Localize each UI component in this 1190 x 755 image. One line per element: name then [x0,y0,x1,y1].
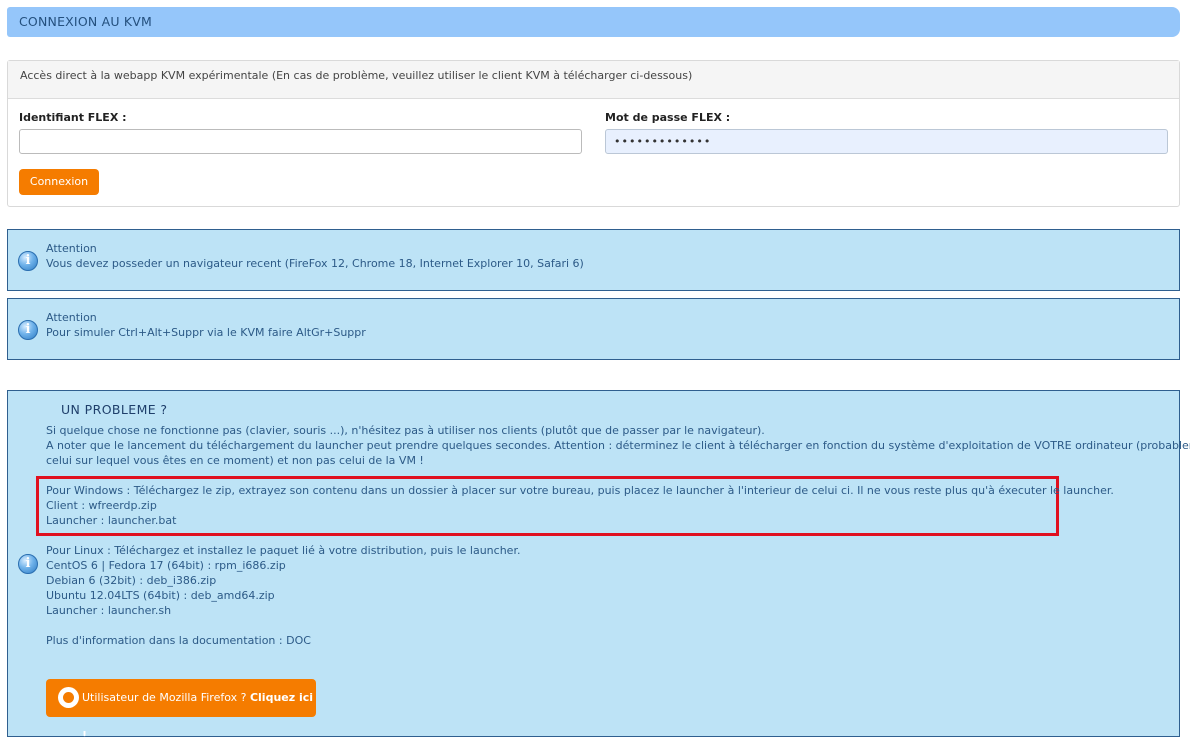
notice-title: Attention [46,242,97,255]
page-header: CONNEXION AU KVM [7,7,1180,37]
linux-debian-link[interactable]: Debian 6 (32bit) : deb_i386.zip [46,573,216,588]
password-label: Mot de passe FLEX : [605,111,731,124]
linux-ubuntu-link[interactable]: Ubuntu 12.04LTS (64bit) : deb_amd64.zip [46,588,275,603]
firefox-button[interactable]: Utilisateur de Mozilla Firefox ? Cliquez… [46,679,316,742]
linux-centos-link[interactable]: CentOS 6 | Fedora 17 (64bit) : rpm_i686.… [46,558,286,573]
connexion-button[interactable]: Connexion [19,169,99,195]
windows-launcher-link[interactable]: Launcher : launcher.bat [46,513,176,528]
linux-instructions: Pour Linux : Téléchargez et installez le… [46,544,521,557]
firefox-icon [58,687,79,708]
password-input[interactable]: ••••••••••••• [605,129,1168,154]
documentation-link[interactable]: Plus d'information dans la documentation… [46,633,311,648]
info-icon: i [18,554,38,574]
username-label: Identifiant FLEX : [19,111,127,124]
firefox-button-text: Utilisateur de Mozilla Firefox ? [82,691,250,704]
login-panel: Accès direct à la webapp KVM expérimenta… [7,60,1180,207]
linux-launcher-link[interactable]: Launcher : launcher.sh [46,603,171,618]
notice-text: Pour simuler Ctrl+Alt+Suppr via le KVM f… [46,326,366,339]
info-icon: i [18,251,38,271]
notice-ctrl-alt-suppr: i Attention Pour simuler Ctrl+Alt+Suppr … [7,298,1180,360]
page-title: CONNEXION AU KVM [19,14,152,29]
problem-intro-1: Si quelque chose ne fonctionne pas (clav… [46,424,765,437]
windows-instructions: Pour Windows : Téléchargez le zip, extra… [46,484,1114,497]
problem-section: UN PROBLEME ? Si quelque chose ne foncti… [7,390,1190,742]
info-icon: i [18,320,38,340]
login-description: Accès direct à la webapp KVM expérimenta… [8,61,1179,99]
problem-intro-2: A noter que le lancement du téléchargeme… [46,439,1190,452]
username-input[interactable] [19,129,582,154]
problem-intro-3: celui sur lequel vous êtes en ce moment)… [46,454,424,467]
windows-client-link[interactable]: Client : wfreerdp.zip [46,498,157,513]
notice-text: Vous devez posseder un navigateur recent… [46,257,584,270]
notice-browser: i Attention Vous devez posseder un navig… [7,229,1180,291]
problem-title: UN PROBLEME ? [61,402,168,417]
notice-title: Attention [46,311,97,324]
